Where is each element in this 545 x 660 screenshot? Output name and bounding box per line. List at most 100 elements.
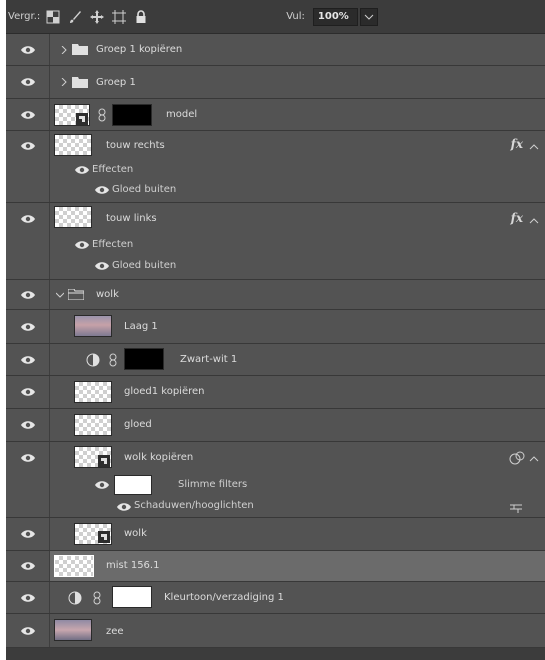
eye-icon[interactable]	[20, 420, 36, 430]
effect-item: Gloed buiten	[112, 260, 177, 271]
layer-thumbnail	[74, 414, 112, 436]
fill-label: Vul:	[286, 11, 305, 22]
layer-row[interactable]: touw rechts fx Effecten Gloed buiten	[6, 131, 545, 203]
eye-icon[interactable]	[20, 626, 36, 636]
layer-row[interactable]: Groep 1 kopiëren	[6, 34, 545, 66]
move-icon[interactable]	[90, 9, 105, 24]
layer-row[interactable]: Kleurtoon/verzadiging 1	[6, 582, 545, 614]
layer-mask-thumbnail[interactable]	[112, 104, 152, 126]
lock-transparent-icon[interactable]	[46, 10, 60, 24]
smart-filters-label: Slimme filters	[178, 479, 248, 490]
eye-icon[interactable]	[20, 593, 36, 603]
eye-icon[interactable]	[74, 165, 90, 175]
eye-icon[interactable]	[20, 290, 36, 300]
lock-label: Vergr.:	[8, 11, 41, 22]
eye-icon[interactable]	[20, 387, 36, 397]
visibility-column	[6, 131, 50, 202]
folder-icon	[72, 77, 88, 88]
layer-name: Kleurtoon/verzadiging 1	[164, 592, 284, 603]
fill-dropdown[interactable]	[359, 7, 378, 26]
layer-name: wolk	[124, 528, 147, 539]
layers-panel: Vergr.: Vul: 100% Groep 1 kopiëren Groep…	[6, 0, 545, 660]
visibility-column	[6, 310, 50, 343]
layer-name: Groep 1 kopiëren	[96, 44, 183, 55]
eye-icon[interactable]	[20, 561, 36, 571]
layer-mask-thumbnail[interactable]	[124, 348, 164, 370]
chevron-down-icon	[364, 14, 374, 20]
eye-icon[interactable]	[20, 322, 36, 332]
eye-icon[interactable]	[20, 214, 36, 224]
layer-row[interactable]: Groep 1	[6, 66, 545, 99]
layer-row-selected[interactable]: mist 156.1	[6, 551, 545, 582]
visibility-column	[6, 582, 50, 613]
eye-icon[interactable]	[20, 453, 36, 463]
layer-name: touw links	[106, 213, 157, 224]
layer-name: wolk kopiëren	[124, 452, 194, 463]
eye-icon[interactable]	[74, 240, 90, 250]
visibility-column	[6, 66, 50, 98]
eye-icon[interactable]	[20, 529, 36, 539]
brush-icon[interactable]	[68, 10, 82, 24]
visibility-column	[6, 203, 50, 279]
link-icon[interactable]	[95, 108, 109, 122]
layer-name: zee	[106, 626, 124, 637]
lock-all-icon[interactable]	[134, 9, 148, 24]
visibility-column	[6, 442, 50, 517]
link-icon[interactable]	[90, 591, 104, 605]
filter-mask-thumbnail[interactable]	[114, 475, 152, 495]
visibility-column	[6, 551, 50, 581]
layer-name: touw rechts	[106, 140, 165, 151]
layer-row[interactable]: wolk	[6, 518, 545, 551]
layer-row[interactable]: gloed	[6, 409, 545, 442]
eye-icon[interactable]	[116, 502, 132, 512]
visibility-column	[6, 409, 50, 441]
layer-row[interactable]: model	[6, 99, 545, 131]
layer-row[interactable]: wolk kopiëren Slimme filters Schaduwen/h…	[6, 442, 545, 518]
layer-row[interactable]: zee	[6, 614, 545, 648]
layer-row[interactable]: wolk	[6, 280, 545, 310]
chevron-up-icon[interactable]	[529, 455, 539, 463]
smart-object-icon	[98, 455, 110, 467]
folder-open-icon	[68, 289, 84, 300]
visibility-column	[6, 518, 50, 550]
layer-thumbnail	[54, 619, 92, 641]
layer-row[interactable]: gloed1 kopiëren	[6, 376, 545, 409]
layer-row[interactable]: Zwart-wit 1	[6, 344, 545, 376]
chevron-down-icon[interactable]	[56, 291, 64, 299]
adjustment-icon	[86, 353, 100, 367]
visibility-column	[6, 99, 50, 130]
eye-icon[interactable]	[94, 480, 110, 490]
fill-input[interactable]: 100%	[312, 7, 358, 26]
layer-name: Laag 1	[124, 321, 158, 332]
layer-name: wolk	[96, 289, 119, 300]
layers-toolbar: Vergr.: Vul: 100%	[6, 0, 545, 34]
eye-icon[interactable]	[94, 261, 110, 271]
chevron-right-icon[interactable]	[60, 78, 68, 86]
eye-icon[interactable]	[20, 77, 36, 87]
layer-thumbnail	[54, 134, 92, 156]
link-icon[interactable]	[106, 353, 120, 367]
layer-row[interactable]: Laag 1	[6, 310, 545, 344]
layer-name: gloed1 kopiëren	[124, 386, 205, 397]
eye-icon[interactable]	[94, 185, 110, 195]
filter-options-icon[interactable]	[509, 501, 523, 515]
artboard-icon[interactable]	[112, 9, 127, 24]
chevron-up-icon[interactable]	[529, 217, 539, 225]
eye-icon[interactable]	[20, 355, 36, 365]
effects-label: Effecten	[92, 164, 134, 175]
layer-name: Groep 1	[96, 77, 136, 88]
fx-icon[interactable]: fx	[511, 137, 523, 151]
visibility-column	[6, 376, 50, 408]
eye-icon[interactable]	[20, 141, 36, 151]
layer-mask-thumbnail[interactable]	[112, 586, 152, 608]
visibility-column	[6, 280, 50, 309]
layer-row[interactable]: touw links fx Effecten Gloed buiten	[6, 203, 545, 280]
fx-icon[interactable]: fx	[511, 211, 523, 225]
eye-icon[interactable]	[20, 110, 36, 120]
chevron-right-icon[interactable]	[60, 46, 68, 54]
folder-icon	[72, 44, 88, 55]
eye-icon[interactable]	[20, 45, 36, 55]
layer-name: mist 156.1	[106, 560, 160, 571]
smart-filter-icon[interactable]	[509, 451, 525, 465]
chevron-up-icon[interactable]	[529, 143, 539, 151]
